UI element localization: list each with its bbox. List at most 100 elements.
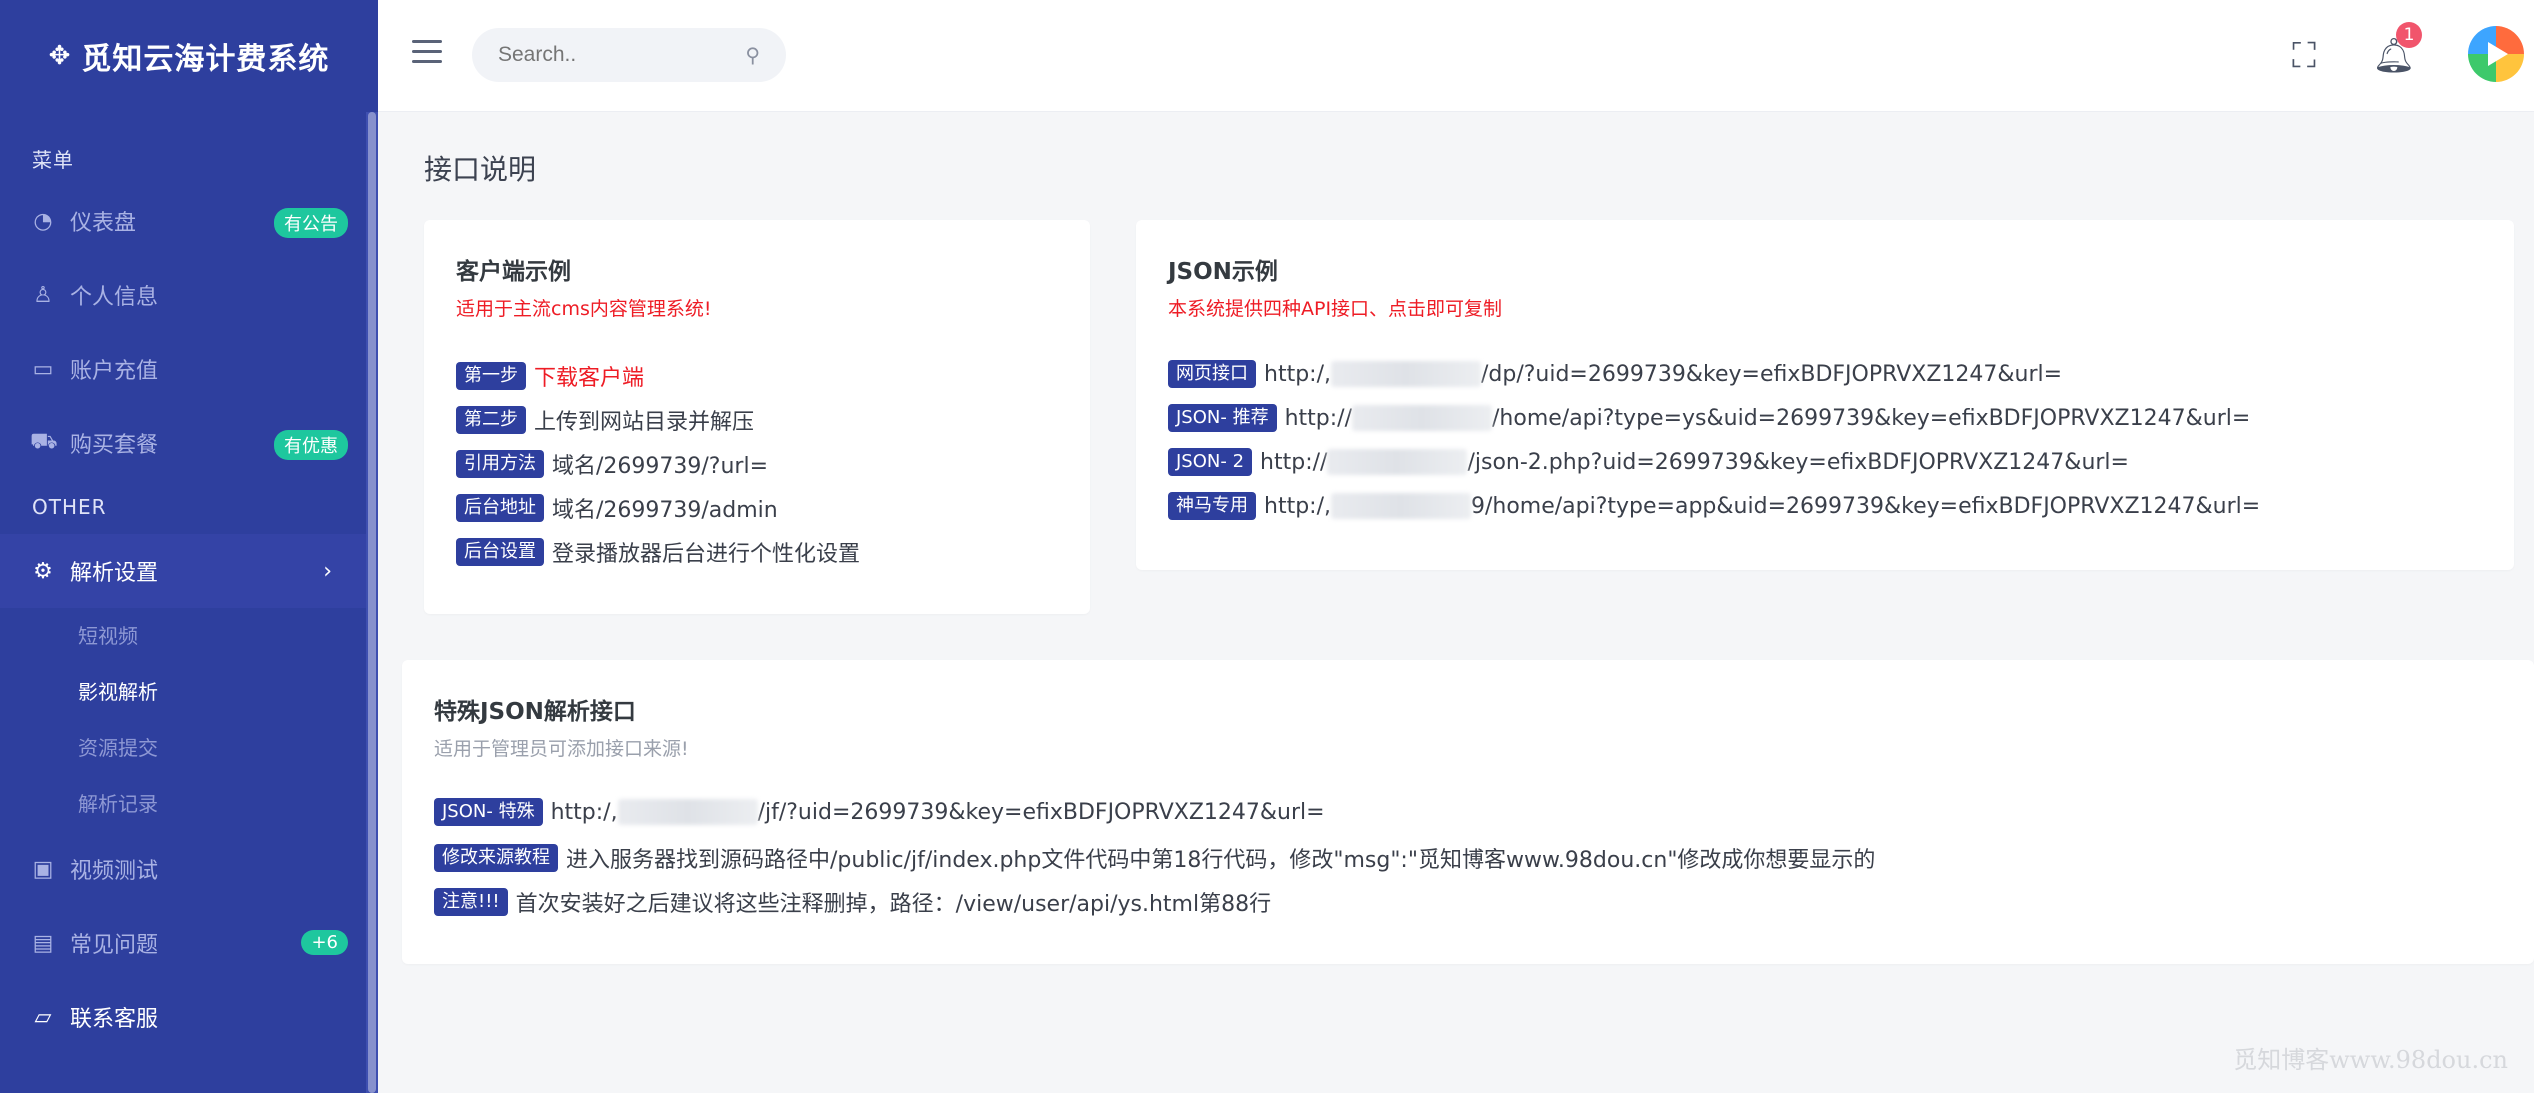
redacted-domain	[1330, 493, 1471, 519]
menu-section-label: 菜单	[32, 148, 74, 172]
sidebar-item-label: 视频测试	[70, 859, 159, 884]
sidebar-item-label: 常见问题	[70, 933, 159, 958]
special-row-tutorial: 修改来源教程 进入服务器找到源码路径中/public/jf/index.php文…	[434, 842, 1875, 874]
api-row-recommended[interactable]: JSON- 推荐 http:// /home/api?type=ys&uid=2…	[1168, 404, 2250, 432]
card-subtitle: 本系统提供四种API接口、点击即可复制	[1168, 298, 1503, 320]
sidebar-item-buy-plan[interactable]: ⛟ 购买套餐 有优惠	[0, 406, 378, 480]
step-tag: 引用方法	[456, 450, 544, 478]
api-url-prefix: http:/,	[1264, 361, 1331, 387]
redacted-domain	[617, 799, 758, 825]
api-url-suffix: 9/home/api?type=app&uid=2699739&key=efix…	[1470, 493, 2261, 519]
sidebar: ✥ 觅知云海计费系统 菜单 ◔ 仪表盘 有公告 ♙ 个人信息 ▭ 账户充值 ⛟ …	[0, 0, 378, 1093]
scrollbar-thumb[interactable]	[368, 112, 376, 1093]
chevron-right-icon: ›	[323, 558, 332, 584]
client-row-usage: 引用方法 域名/2699739/?url=	[456, 448, 768, 480]
sidebar-item-parse-settings[interactable]: ⚙ 解析设置 ›	[0, 534, 378, 608]
client-row-admin-settings: 后台设置 登录播放器后台进行个性化设置	[456, 536, 860, 568]
search-input[interactable]	[498, 43, 746, 67]
api-url-prefix: http://	[1260, 449, 1328, 475]
notification-bell-icon[interactable]: 🔔︎ 1	[2370, 22, 2422, 80]
card-icon: ▭	[32, 356, 54, 382]
video-icon: ▣	[32, 856, 54, 882]
avatar[interactable]	[2468, 26, 2524, 82]
card-subtitle: 适用于管理员可添加接口来源!	[434, 738, 689, 760]
brand[interactable]: ✥ 觅知云海计费系统	[0, 0, 378, 112]
brand-title: 觅知云海计费系统	[81, 42, 330, 77]
search-box: ⚲	[472, 28, 786, 82]
api-row-json2[interactable]: JSON- 2 http:// /json-2.php?uid=2699739&…	[1168, 448, 2129, 476]
brand-logo-icon: ✥	[48, 41, 72, 71]
sidebar-subitem-video-parse[interactable]: 影视解析	[0, 664, 378, 720]
tutorial-tag: 修改来源教程	[434, 844, 558, 872]
special-row-notice: 注意!!! 首次安装好之后建议将这些注释删掉，路径：/view/user/api…	[434, 886, 1271, 918]
row-text: 登录播放器后台进行个性化设置	[552, 542, 861, 567]
sidebar-item-contact-support[interactable]: ▱ 联系客服	[0, 980, 378, 1054]
api-row-shenma[interactable]: 神马专用 http:/, 9/home/api?type=app&uid=269…	[1168, 492, 2260, 520]
special-row-api[interactable]: JSON- 特殊 http:/, /jf/?uid=2699739&key=ef…	[434, 798, 1325, 826]
notification-count-badge: 1	[2396, 22, 2422, 48]
chat-icon: ▱	[34, 1004, 52, 1030]
dashboard-icon: ◔	[33, 208, 53, 234]
api-row-web[interactable]: 网页接口 http:/, /dp/?uid=2699739&key=efixBD…	[1168, 360, 2062, 388]
sidebar-item-label: 联系客服	[70, 1007, 159, 1032]
sidebar-item-label: 仪表盘	[70, 211, 137, 236]
sidebar-item-label: 购买套餐	[70, 433, 159, 458]
sidebar-item-dashboard[interactable]: ◔ 仪表盘 有公告	[0, 184, 378, 258]
notice-tag: 注意!!!	[434, 888, 508, 916]
redacted-domain	[1330, 361, 1481, 387]
api-url-suffix: /home/api?type=ys&uid=2699739&key=efixBD…	[1492, 405, 2251, 431]
sidebar-item-faq[interactable]: ▤ 常见问题 +6	[0, 906, 378, 980]
api-url-prefix: http:/,	[550, 799, 618, 825]
api-tag: 神马专用	[1168, 492, 1256, 520]
sidebar-item-label: 账户充值	[70, 359, 159, 384]
special-json-card: 特殊JSON解析接口 适用于管理员可添加接口来源! JSON- 特殊 http:…	[402, 660, 2534, 964]
card-title: JSON示例	[1168, 259, 1278, 285]
notice-badge: 有公告	[274, 208, 348, 238]
search-icon[interactable]: ⚲	[745, 43, 760, 67]
api-tag: JSON- 推荐	[1168, 404, 1277, 432]
card-subtitle: 适用于主流cms内容管理系统!	[456, 298, 712, 320]
step-tag: 第二步	[456, 406, 526, 434]
sidebar-subitem-parse-log[interactable]: 解析记录	[0, 776, 378, 832]
row-text: 上传到网站目录并解压	[534, 410, 755, 435]
sidebar-subitem-short-video[interactable]: 短视频	[0, 608, 378, 664]
gear-icon: ⚙	[33, 558, 53, 584]
faq-count-badge: +6	[301, 930, 348, 955]
sidebar-item-profile[interactable]: ♙ 个人信息	[0, 258, 378, 332]
sidebar-subitem-resource-submit[interactable]: 资源提交	[0, 720, 378, 776]
client-row-admin-url: 后台地址 域名/2699739/admin	[456, 492, 778, 524]
row-text: 首次安装好之后建议将这些注释删掉，路径：/view/user/api/ys.ht…	[515, 892, 1272, 917]
sidebar-item-label: 个人信息	[70, 285, 159, 310]
api-url-prefix: http:/,	[1264, 493, 1331, 519]
topbar: ⚲ ⛶ 🔔︎ 1	[378, 0, 2534, 112]
cart-icon: ⛟	[30, 429, 58, 454]
menu-toggle-icon[interactable]	[412, 40, 442, 64]
step-tag: 后台设置	[456, 538, 544, 566]
card-title: 客户端示例	[456, 259, 571, 285]
api-tag: 网页接口	[1168, 360, 1256, 388]
api-url-suffix: /json-2.php?uid=2699739&key=efixBDFJOPRV…	[1467, 449, 2129, 475]
other-section-label: OTHER	[32, 495, 107, 519]
client-row-step2: 第二步 上传到网站目录并解压	[456, 404, 754, 436]
fullscreen-icon[interactable]: ⛶	[2280, 32, 2328, 80]
download-client-link[interactable]: 下载客户端	[534, 360, 644, 392]
api-url-prefix: http://	[1284, 405, 1352, 431]
api-tag: JSON- 特殊	[434, 798, 543, 826]
discount-badge: 有优惠	[274, 430, 348, 460]
card-title: 特殊JSON解析接口	[434, 699, 636, 725]
row-text: 域名/2699739/admin	[552, 498, 778, 523]
sidebar-scrollbar[interactable]	[366, 112, 378, 1093]
step-tag: 第一步	[456, 362, 526, 390]
client-example-card: 客户端示例 适用于主流cms内容管理系统! 第一步 下载客户端 第二步 上传到网…	[424, 220, 1090, 614]
api-url-suffix: /dp/?uid=2699739&key=efixBDFJOPRVXZ1247&…	[1480, 361, 2063, 387]
json-example-card: JSON示例 本系统提供四种API接口、点击即可复制 网页接口 http:/, …	[1136, 220, 2514, 570]
api-url-suffix: /jf/?uid=2699739&key=efixBDFJOPRVXZ1247&…	[757, 799, 1325, 825]
redacted-domain	[1352, 405, 1492, 431]
sidebar-item-video-test[interactable]: ▣ 视频测试	[0, 832, 378, 906]
page-title: 接口说明	[424, 153, 537, 186]
user-icon: ♙	[33, 282, 53, 308]
sidebar-item-recharge[interactable]: ▭ 账户充值	[0, 332, 378, 406]
row-text: 进入服务器找到源码路径中/public/jf/index.php文件代码中第18…	[566, 848, 1876, 873]
row-text: 域名/2699739/?url=	[552, 454, 769, 479]
api-tag: JSON- 2	[1168, 448, 1253, 476]
